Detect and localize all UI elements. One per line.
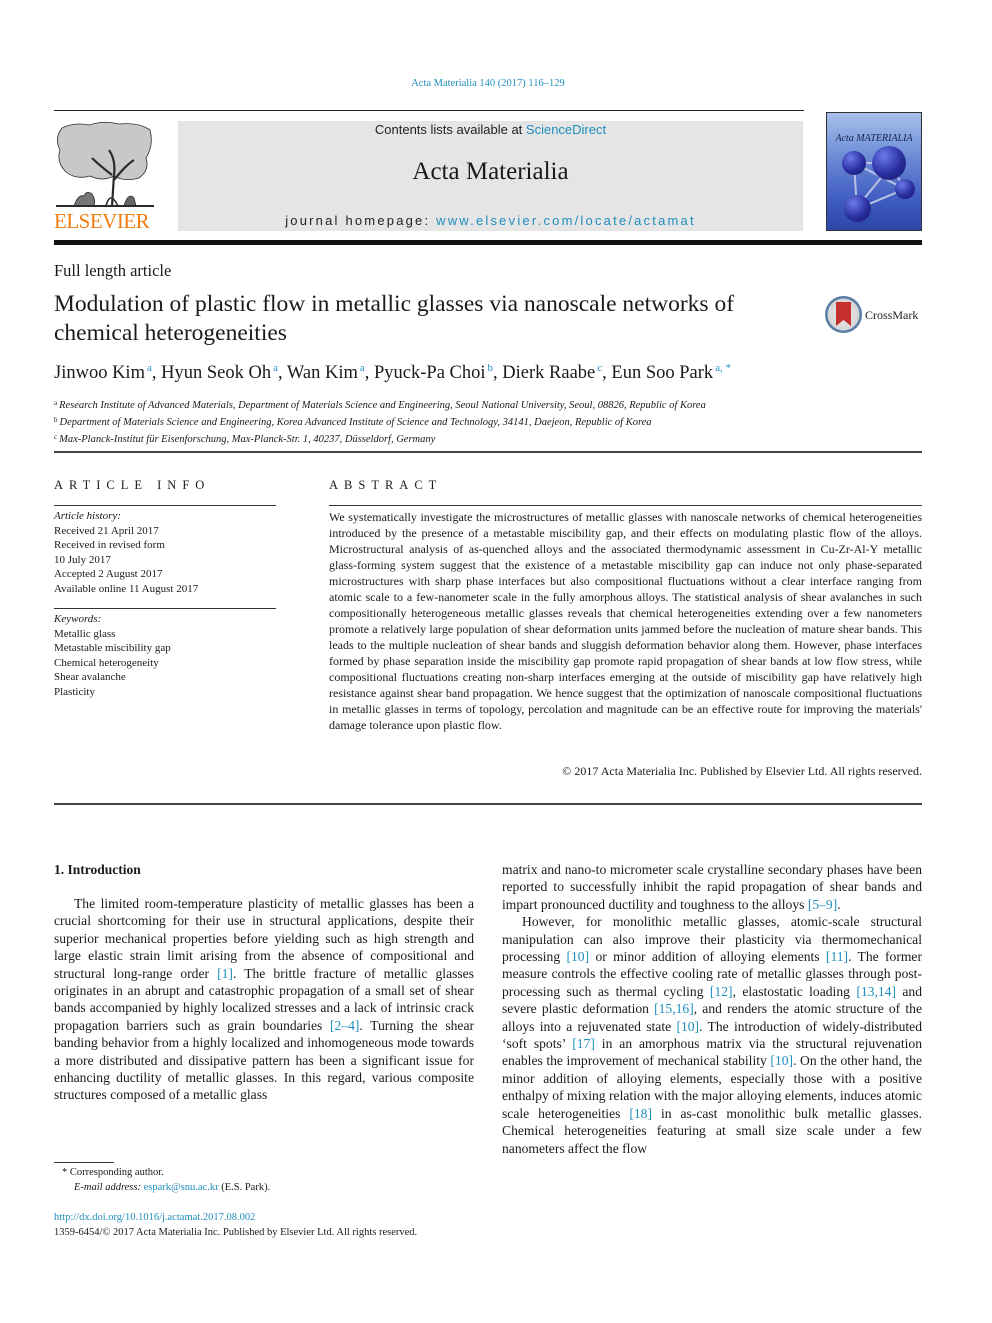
affiliations: a Research Institute of Advanced Material… bbox=[54, 396, 924, 447]
keyword: Metastable miscibility gap bbox=[54, 642, 171, 654]
author[interactable]: Jinwoo Kim a bbox=[54, 362, 152, 383]
affiliation-marker[interactable]: c bbox=[597, 362, 602, 374]
abstract-copyright: © 2017 Acta Materialia Inc. Published by… bbox=[562, 764, 922, 778]
homepage-line: journal homepage: www.elsevier.com/locat… bbox=[178, 213, 803, 228]
header-rule-thick bbox=[54, 240, 922, 245]
citation-link[interactable]: [10] bbox=[770, 1053, 793, 1068]
citation-link[interactable]: [10] bbox=[566, 949, 589, 964]
author[interactable]: Hyun Seok Oh a bbox=[161, 362, 278, 383]
divider bbox=[54, 803, 922, 805]
author[interactable]: Pyuck-Pa Choi b bbox=[374, 362, 494, 383]
affiliation-marker[interactable]: a bbox=[273, 362, 278, 374]
author-list: Jinwoo Kim a, Hyun Seok Oh a, Wan Kim a, Py… bbox=[54, 362, 732, 383]
article-history-heading: Article history: bbox=[54, 510, 121, 522]
sciencedirect-link[interactable]: ScienceDirect bbox=[526, 122, 606, 137]
body-text: . bbox=[837, 896, 841, 912]
author[interactable]: Dierk Raabe c bbox=[502, 362, 602, 383]
article-type: Full length article bbox=[54, 261, 172, 280]
body-column-left: The limited room-temperature plasticity … bbox=[54, 895, 474, 1104]
citation-link[interactable]: [17] bbox=[572, 1036, 595, 1051]
affiliation: c Max-Planck-Institut für Eisenforschung,… bbox=[54, 433, 436, 445]
header-rule bbox=[54, 110, 804, 111]
doi-block: http://dx.doi.org/10.1016/j.actamat.2017… bbox=[54, 1210, 494, 1240]
email-label: E-mail address: bbox=[74, 1182, 141, 1193]
divider bbox=[54, 451, 922, 453]
contents-prefix: Contents lists available at bbox=[374, 122, 526, 137]
affiliation-marker[interactable]: b bbox=[488, 362, 494, 374]
affiliation: a Research Institute of Advanced Material… bbox=[54, 399, 706, 411]
elsevier-logo[interactable]: ELSEVIER bbox=[54, 120, 156, 232]
keyword: Chemical heterogeneity bbox=[54, 656, 159, 669]
citation-link[interactable]: [12] bbox=[710, 984, 733, 999]
email-suffix: (E.S. Park). bbox=[218, 1182, 271, 1193]
keywords-heading: Keywords: bbox=[54, 613, 102, 625]
corresponding-note: * Corresponding author. bbox=[62, 1167, 164, 1178]
article-history: Article history: Received 21 April 2017 … bbox=[54, 509, 276, 596]
author[interactable]: Wan Kim a bbox=[287, 362, 365, 383]
journal-homepage-link[interactable]: www.elsevier.com/locate/actamat bbox=[436, 213, 696, 228]
keyword: Shear avalanche bbox=[54, 671, 126, 683]
journal-citation-link[interactable]: Acta Materialia 140 (2017) 116–129 bbox=[0, 78, 976, 89]
paragraph: The limited room-temperature plasticity … bbox=[54, 895, 474, 1104]
affiliation: b Department of Materials Science and Eng… bbox=[54, 416, 652, 428]
body-column-right: matrix and nano-to micrometer scale crys… bbox=[502, 861, 922, 1157]
corresponding-author-footnote: * Corresponding author. E-mail address: … bbox=[54, 1165, 494, 1195]
citation-link[interactable]: [13,14] bbox=[856, 984, 896, 999]
doi-link[interactable]: http://dx.doi.org/10.1016/j.actamat.2017… bbox=[54, 1210, 494, 1225]
citation-link[interactable]: [1] bbox=[217, 966, 233, 981]
history-entry: Available online 11 August 2017 bbox=[54, 582, 199, 595]
elsevier-wordmark: ELSEVIER bbox=[54, 209, 150, 233]
divider bbox=[329, 505, 922, 506]
journal-name: Acta Materialia bbox=[412, 158, 569, 185]
body-text: , elastostatic loading bbox=[732, 983, 857, 999]
email-line: E-mail address: espark@snu.ac.kr (E.S. P… bbox=[54, 1180, 494, 1195]
affiliation-marker[interactable]: a bbox=[147, 362, 152, 374]
issn-copyright: 1359-6454/© 2017 Acta Materialia Inc. Pu… bbox=[54, 1227, 418, 1238]
elsevier-tree-icon bbox=[56, 121, 154, 207]
affiliation-marker[interactable]: a bbox=[360, 362, 365, 374]
contents-line: Contents lists available at ScienceDirec… bbox=[178, 122, 803, 137]
affiliation-marker[interactable]: a, * bbox=[715, 362, 731, 374]
citation-link[interactable]: [5–9] bbox=[808, 897, 837, 912]
history-entry: 10 July 2017 bbox=[54, 553, 111, 566]
citation-link[interactable]: [18] bbox=[629, 1106, 652, 1121]
cover-sphere bbox=[842, 151, 866, 175]
paragraph: matrix and nano-to micrometer scale crys… bbox=[502, 861, 922, 913]
section-heading-introduction: 1. Introduction bbox=[54, 862, 141, 877]
crossmark-button[interactable]: CrossMark bbox=[825, 296, 925, 334]
divider bbox=[54, 505, 276, 506]
author-corresponding[interactable]: Eun Soo Park a, * bbox=[611, 362, 731, 383]
abstract-text: We systematically investigate the micros… bbox=[329, 510, 922, 732]
journal-masthead: Contents lists available at ScienceDirec… bbox=[178, 121, 803, 231]
article-title: Modulation of plastic flow in metallic g… bbox=[54, 291, 735, 346]
homepage-prefix: journal homepage: bbox=[285, 213, 437, 228]
article-info-heading: ARTICLE INFO bbox=[54, 478, 211, 492]
citation-link[interactable]: [11] bbox=[826, 949, 848, 964]
journal-cover-image[interactable]: Acta MATERIALIA bbox=[826, 112, 922, 231]
body-text: matrix and nano-to micrometer scale crys… bbox=[502, 862, 922, 912]
keyword: Plasticity bbox=[54, 685, 95, 698]
citation-link[interactable]: [15,16] bbox=[654, 1001, 694, 1016]
footnote-rule bbox=[54, 1162, 114, 1163]
keywords: Keywords: Metallic glass Metastable misc… bbox=[54, 612, 276, 699]
cover-sphere bbox=[872, 146, 906, 180]
divider bbox=[54, 608, 276, 609]
keyword: Metallic glass bbox=[54, 627, 116, 640]
email-link[interactable]: espark@snu.ac.kr bbox=[144, 1182, 219, 1193]
cover-sphere bbox=[895, 179, 915, 199]
citation-link[interactable]: [10] bbox=[676, 1019, 699, 1034]
cover-sphere bbox=[844, 195, 871, 222]
abstract-heading: ABSTRACT bbox=[329, 478, 443, 492]
body-text: or minor addition of alloying elements bbox=[589, 949, 826, 965]
history-entry: Accepted 2 August 2017 bbox=[54, 568, 163, 580]
history-entry: Received 21 April 2017 bbox=[54, 524, 159, 537]
history-entry: Received in revised form bbox=[54, 539, 165, 551]
citation-link[interactable]: [2–4] bbox=[330, 1018, 359, 1033]
paragraph: However, for monolithic metallic glasses… bbox=[502, 913, 922, 1157]
crossmark-label: CrossMark bbox=[865, 308, 919, 322]
